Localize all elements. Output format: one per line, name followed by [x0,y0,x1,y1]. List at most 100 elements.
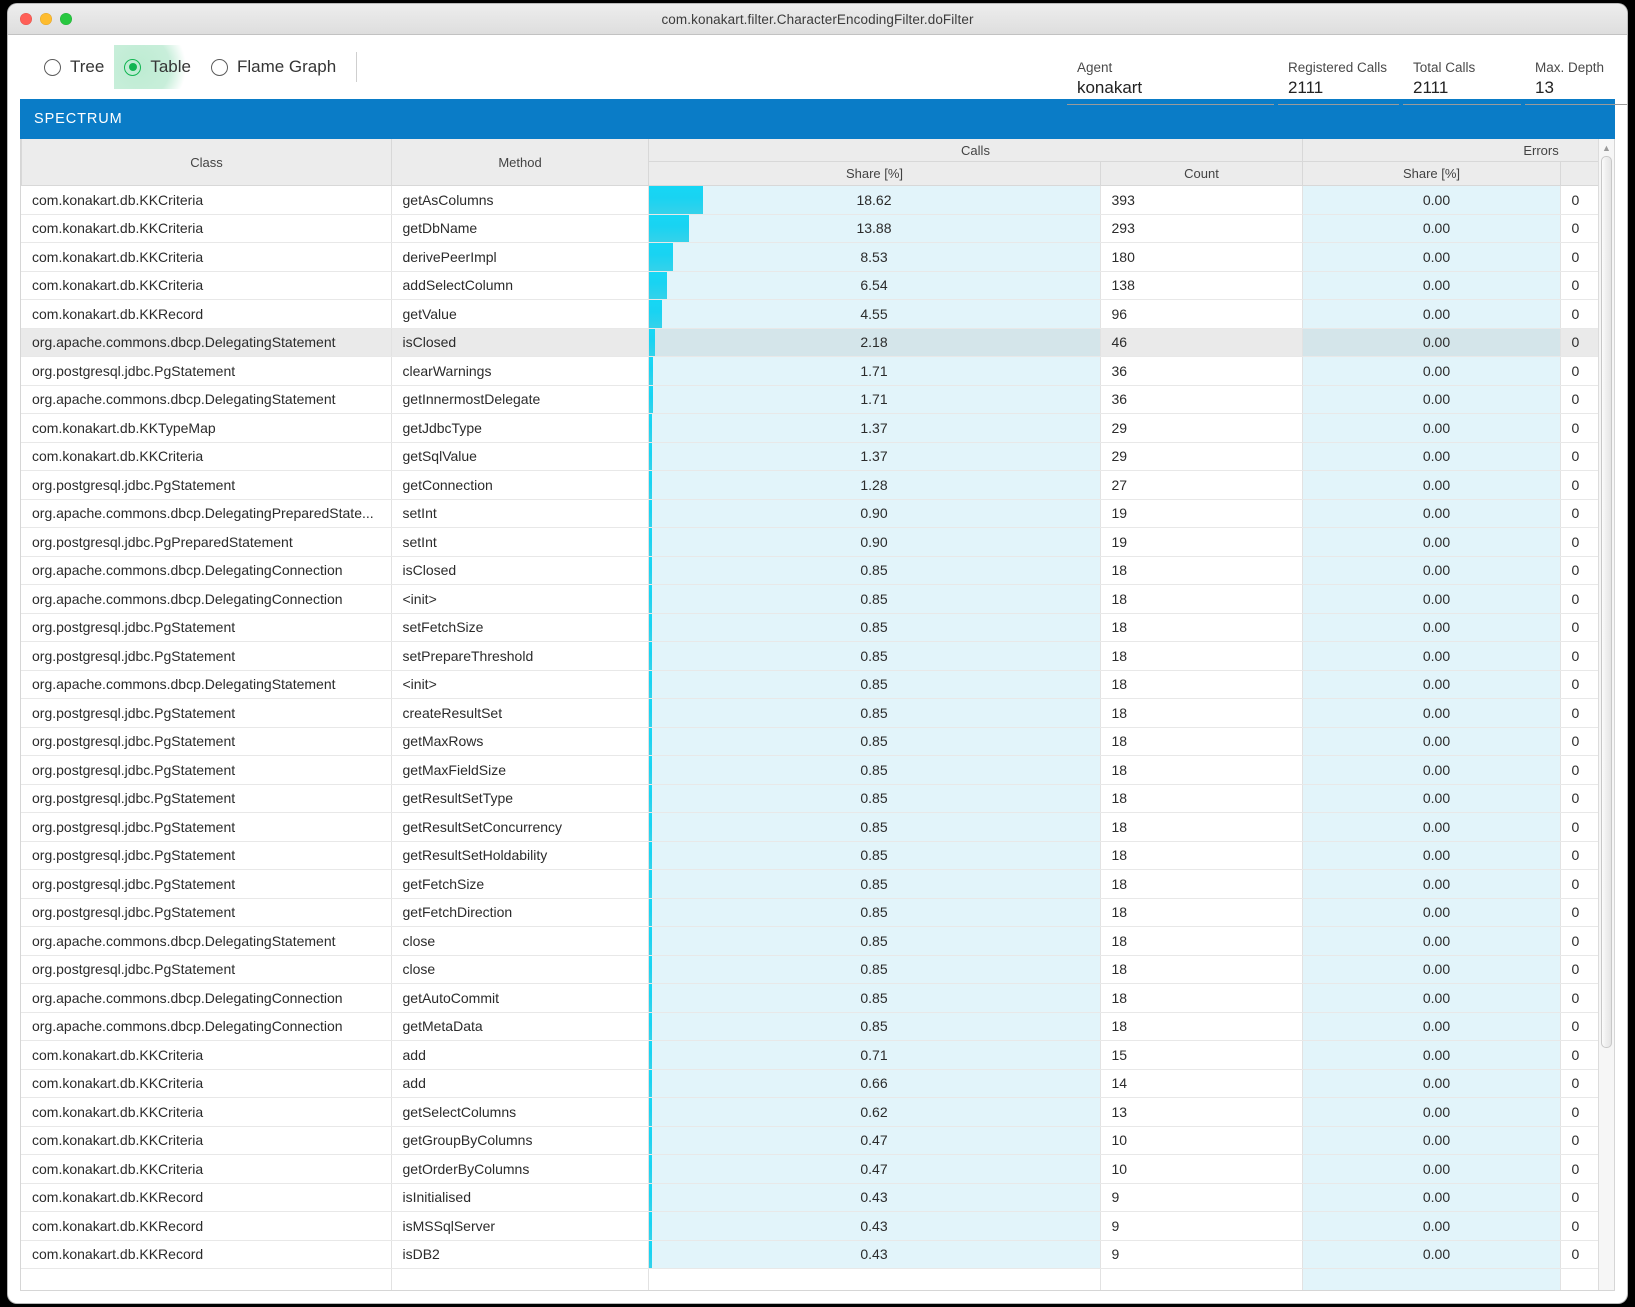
radio-flame-graph[interactable]: Flame Graph [201,45,346,89]
calls-share-bar [648,1183,652,1211]
table-row[interactable]: com.konakart.db.KKRecord getValue 4.55 96 0.… [21,299,1598,329]
table-row[interactable]: org.apache.commons.dbcp.DelegatingStatem… [21,670,1598,699]
cell-errors-count: 0 [1560,1097,1598,1127]
close-window-icon[interactable] [20,13,32,25]
table-row[interactable]: org.postgresql.jdbc.PgStatement getResult… [21,841,1598,870]
col-header-class[interactable]: Class [21,139,392,186]
cell-errors-share: 0.00 [1302,670,1561,699]
table-row[interactable]: org.apache.commons.dbcp.DelegatingStatem… [21,328,1598,357]
cell-errors-share: 0.00 [1302,1097,1561,1127]
table-row[interactable]: org.postgresql.jdbc.PgStatement getMaxFie… [21,755,1598,785]
stat-total-calls: Total Calls 2111 [1403,59,1521,105]
table-row[interactable]: com.konakart.db.KKCriteria getSqlValue 1.3… [21,442,1598,471]
table-row[interactable]: org.postgresql.jdbc.PgStatement getResult… [21,784,1598,813]
cell-calls-share: 0.85 [648,841,1101,870]
scrollbar-thumb[interactable] [1601,156,1612,1048]
minimize-window-icon[interactable] [40,13,52,25]
table-row[interactable]: com.konakart.db.KKRecord isInitialised 0.4… [21,1183,1598,1212]
scroll-up-arrow-icon[interactable]: ▲ [1599,141,1614,154]
cell-errors-count: 0 [1560,499,1598,528]
calls-share-bar [648,556,652,584]
cell-method: getSqlValue [391,442,649,471]
cell-method: getResultSetHoldability [391,841,649,870]
cell-calls-count: 19 [1100,527,1303,557]
table-row[interactable]: org.postgresql.jdbc.PgStatement createRes… [21,698,1598,728]
table-row[interactable]: org.postgresql.jdbc.PgStatement setFetchS… [21,613,1598,642]
table-row[interactable]: org.apache.commons.dbcp.DelegatingConnec… [21,584,1598,614]
cell-class: org.postgresql.jdbc.PgStatement [21,727,392,756]
table-row[interactable]: com.konakart.db.KKCriteria derivePeerImpl… [21,242,1598,272]
table-row[interactable]: org.apache.commons.dbcp.DelegatingPrepar… [21,499,1598,528]
radio-tree[interactable]: Tree [34,45,114,89]
calls-share-bar [648,471,653,499]
table-row[interactable] [21,1268,1598,1290]
cell-errors-share: 0.00 [1302,442,1561,471]
cell-errors-count: 0 [1560,812,1598,842]
cell-method: getMetaData [391,1012,649,1041]
calls-share-bar [648,955,652,983]
radio-table[interactable]: Table [114,45,201,89]
calls-share-value: 0.85 [860,818,888,835]
cell-errors-share: 0.00 [1302,584,1561,614]
table-row[interactable]: org.postgresql.jdbc.PgStatement getConnec… [21,470,1598,500]
col-header-errors-share[interactable]: Share [%] [1302,161,1561,186]
cell-class: org.postgresql.jdbc.PgStatement [21,641,392,671]
table-row[interactable]: com.konakart.db.KKCriteria getGroupByColu… [21,1126,1598,1155]
table-row[interactable]: com.konakart.db.KKCriteria addSelectColum… [21,271,1598,300]
cell-calls-share: 0.62 [648,1097,1101,1127]
cell-calls-count: 18 [1100,641,1303,671]
table-row[interactable]: org.apache.commons.dbcp.DelegatingConnec… [21,556,1598,585]
table-row[interactable]: com.konakart.db.KKCriteria getAsColumns 18… [21,186,1598,215]
cell-calls-share: 0.85 [648,784,1101,813]
table-row[interactable]: com.konakart.db.KKCriteria add 0.66 14 0.00 0 [21,1069,1598,1098]
cell-method: setInt [391,527,649,557]
table-row[interactable]: org.apache.commons.dbcp.DelegatingStatem… [21,385,1598,414]
table-row[interactable]: org.apache.commons.dbcp.DelegatingConnec… [21,1012,1598,1041]
cell-calls-count: 96 [1100,299,1303,329]
calls-share-bar [648,870,652,898]
table-row[interactable]: com.konakart.db.KKCriteria getSelectColum… [21,1097,1598,1127]
table-row[interactable]: org.postgresql.jdbc.PgStatement getResult… [21,812,1598,842]
cell-method: isMSSqlServer [391,1211,649,1241]
table-row[interactable]: org.postgresql.jdbc.PgStatement clearWarn… [21,356,1598,386]
cell-errors-share: 0.00 [1302,271,1561,300]
table-row[interactable]: com.konakart.db.KKTypeMap getJdbcType 1.37… [21,413,1598,443]
table-row[interactable]: com.konakart.db.KKCriteria add 0.71 15 0.00 0 [21,1040,1598,1070]
table-row[interactable]: org.apache.commons.dbcp.DelegatingStatem… [21,926,1598,956]
calls-share-bar [648,328,655,356]
col-header-calls-count[interactable]: Count [1100,161,1303,186]
cell-errors-count: 0 [1560,641,1598,671]
cell-errors-count: 0 [1560,955,1598,984]
cell-class: org.apache.commons.dbcp.DelegatingConnec… [21,556,392,585]
vertical-scrollbar[interactable]: ▲ [1598,139,1614,1290]
table-row[interactable]: org.postgresql.jdbc.PgStatement getFetchD… [21,898,1598,927]
cell-errors-share: 0.00 [1302,1240,1561,1269]
cell-errors-count: 0 [1560,1154,1598,1184]
table-row[interactable]: com.konakart.db.KKRecord isMSSqlServer 0.4… [21,1211,1598,1241]
stat-registered-calls: Registered Calls 2111 [1277,59,1399,105]
table-row[interactable]: com.konakart.db.KKCriteria getDbName 13.88… [21,214,1598,243]
cell-errors-share: 0.00 [1302,499,1561,528]
calls-share-value: 0.85 [860,647,888,664]
table-row[interactable]: org.apache.commons.dbcp.DelegatingConnec… [21,983,1598,1013]
cell-errors-share: 0.00 [1302,1040,1561,1070]
calls-share-bar [648,1240,652,1268]
cell-calls-count: 18 [1100,698,1303,728]
col-header-method[interactable]: Method [391,139,649,186]
cell-class: com.konakart.db.KKRecord [21,1211,392,1241]
cell-calls-share: 0.85 [648,641,1101,671]
table-row[interactable]: org.postgresql.jdbc.PgStatement setPrepar… [21,641,1598,671]
col-header-calls-share[interactable]: Share [%] [648,161,1101,186]
cell-errors-count: 0 [1560,698,1598,728]
maximize-window-icon[interactable] [60,13,72,25]
table-row[interactable]: org.postgresql.jdbc.PgStatement close 0.85… [21,955,1598,984]
calls-share-value: 0.66 [860,1075,888,1092]
table-row[interactable]: org.postgresql.jdbc.PgPreparedStatement s… [21,527,1598,557]
table-body-scroll-area[interactable]: com.konakart.db.KKCriteria getAsColumns 18… [21,186,1598,1290]
table-row[interactable]: org.postgresql.jdbc.PgStatement getMaxRow… [21,727,1598,756]
table-row[interactable]: org.postgresql.jdbc.PgStatement getFetchS… [21,869,1598,899]
stat-registered-calls-value: 2111 [1287,78,1324,97]
table-row[interactable]: com.konakart.db.KKCriteria getOrderByColu… [21,1154,1598,1184]
calls-share-bar [648,300,662,328]
table-row[interactable]: com.konakart.db.KKRecord isDB2 0.43 9 0.00 0 [21,1240,1598,1269]
